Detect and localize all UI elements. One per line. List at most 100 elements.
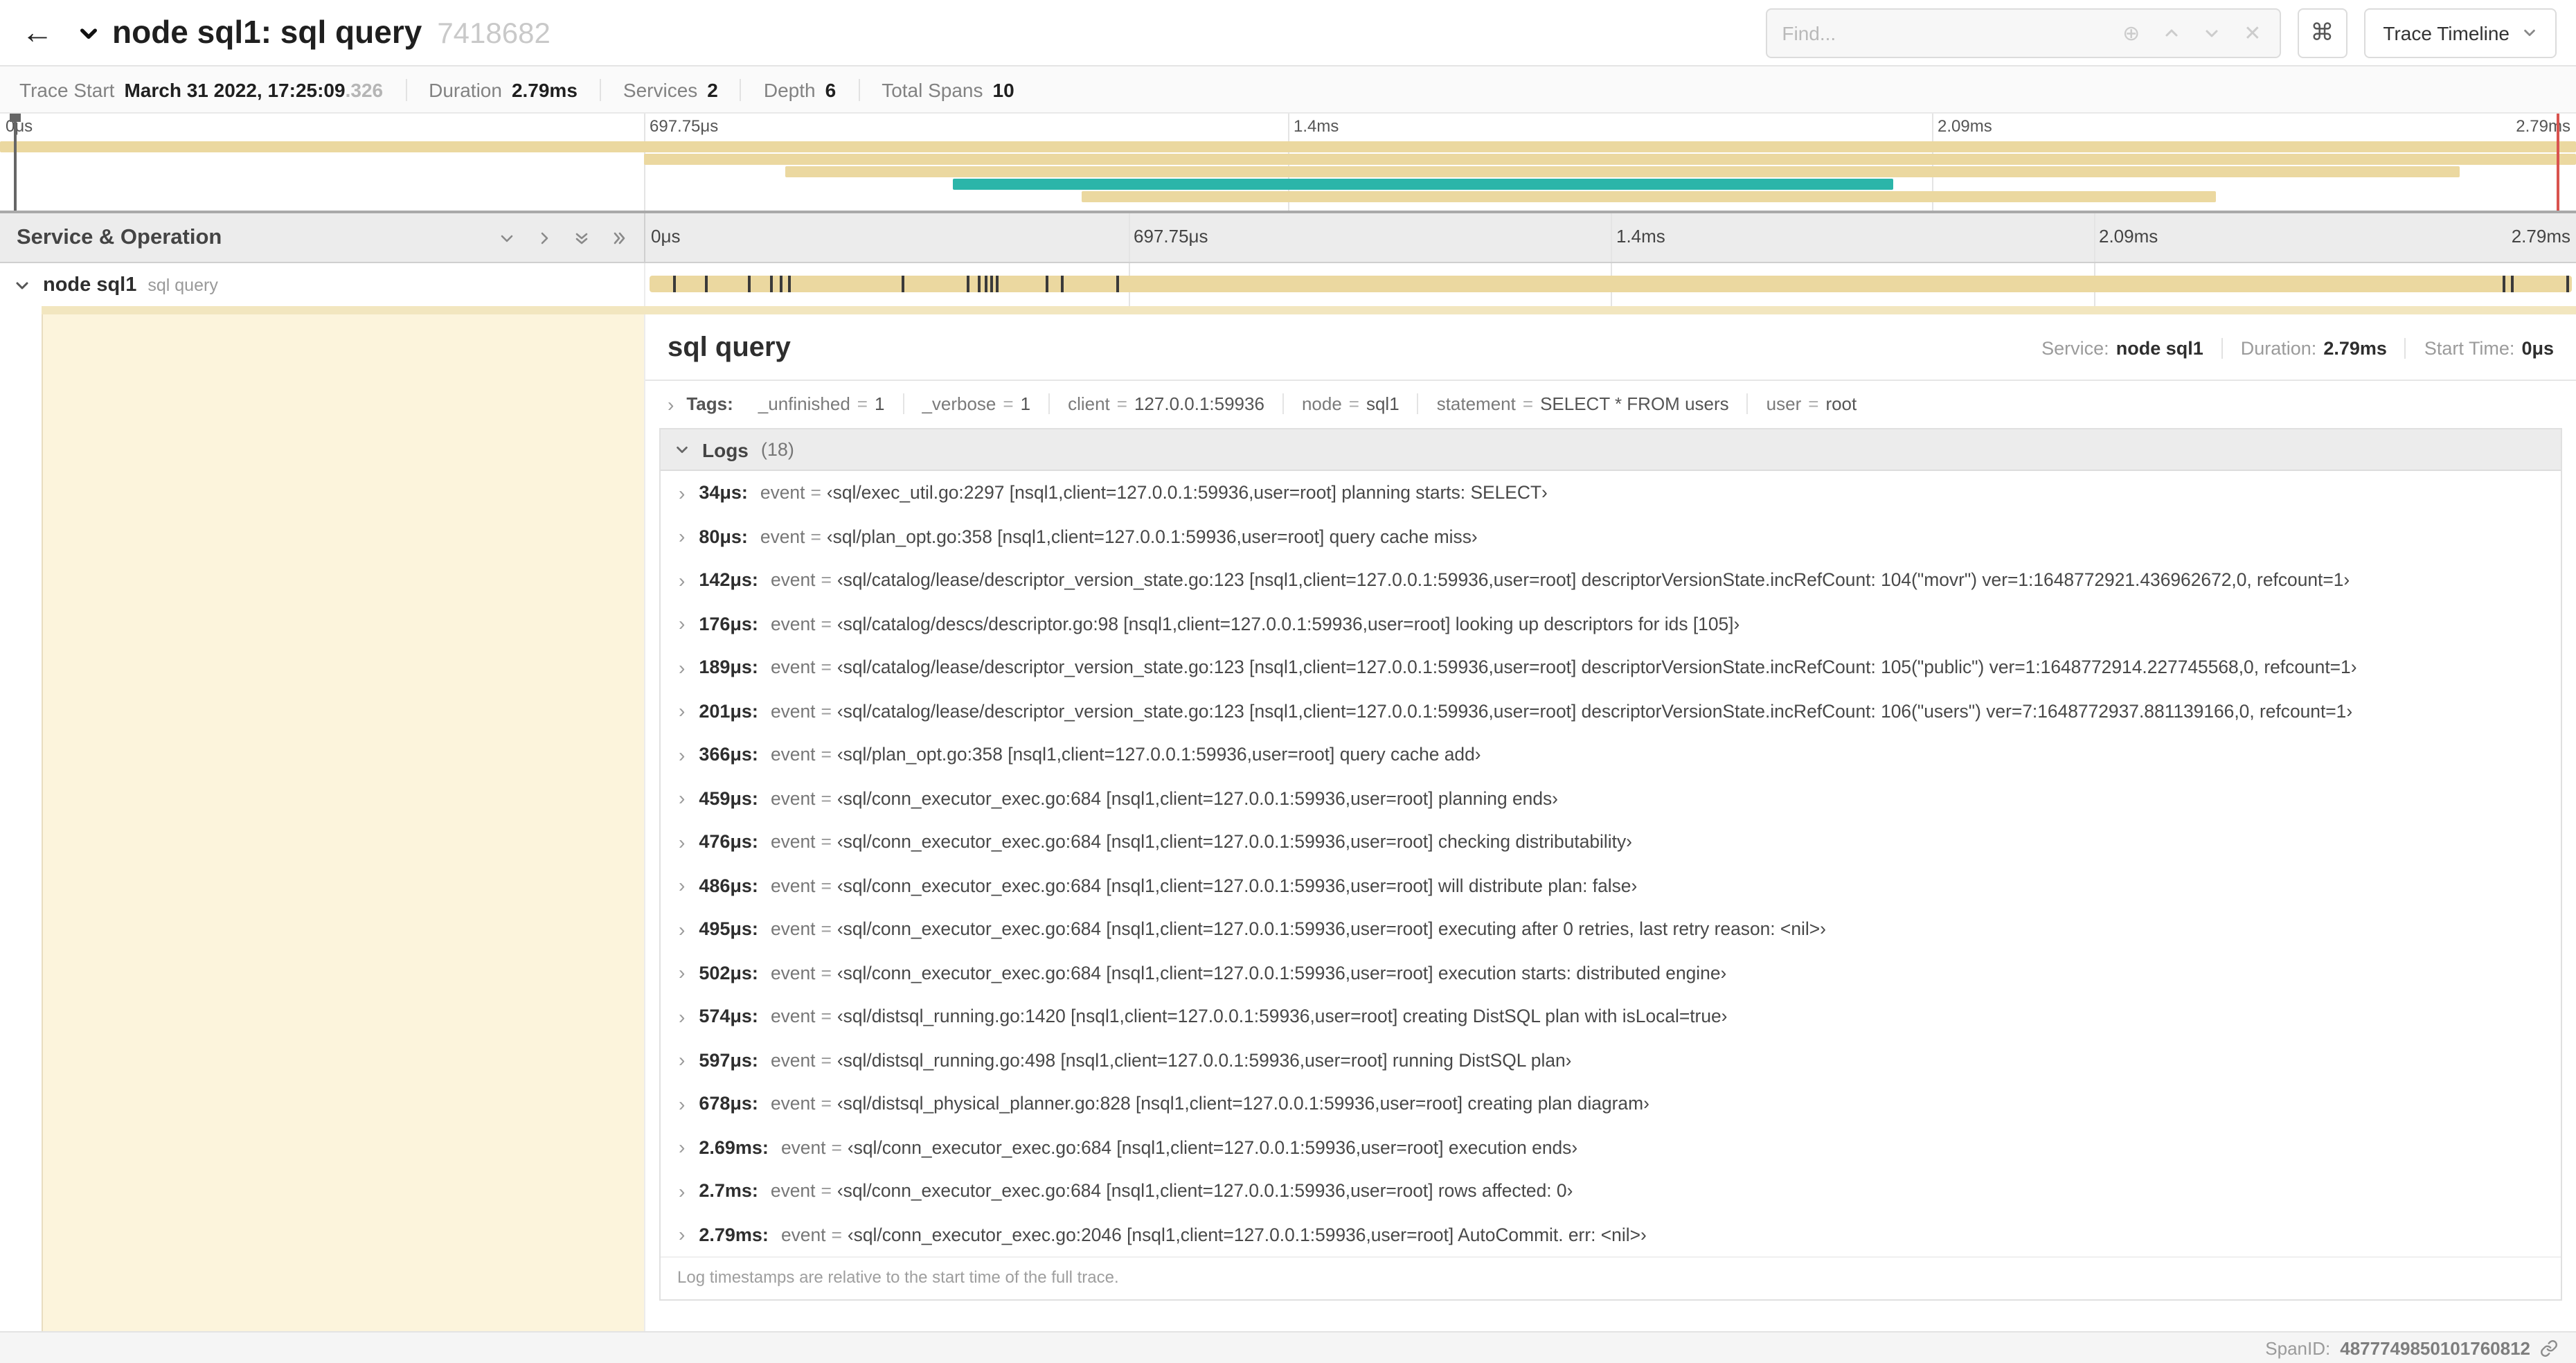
log-equals: =: [821, 744, 832, 765]
minimap-ruler: 0μs 697.75μs 1.4ms 2.09ms 2.79ms: [0, 114, 2576, 137]
span-row-name-column[interactable]: node sql1 sql query: [0, 263, 645, 306]
log-equals: =: [821, 613, 832, 634]
expand-log-icon[interactable]: ›: [679, 876, 685, 896]
log-message: ‹sql/conn_executor_exec.go:684 [nsql1,cl…: [847, 1137, 1578, 1158]
expand-log-icon[interactable]: ›: [679, 963, 685, 983]
back-button[interactable]: ←: [11, 6, 64, 59]
tags-row[interactable]: › Tags: _unfinished = 1 _verbose = 1 client = 12…: [645, 381, 2576, 425]
log-message: ‹sql/distsql_physical_planner.go:828 [ns…: [837, 1093, 1649, 1114]
log-equals: =: [831, 1137, 842, 1158]
log-row[interactable]: › 678μs: event = ‹sql/distsql_physical_plann…: [661, 1082, 2561, 1125]
log-row[interactable]: › 502μs: event = ‹sql/conn_executor_exec.go:…: [661, 951, 2561, 995]
expand-log-icon[interactable]: ›: [679, 571, 685, 590]
expand-log-icon[interactable]: ›: [679, 1051, 685, 1070]
expand-log-icon[interactable]: ›: [679, 1182, 685, 1201]
next-match-icon[interactable]: [2203, 24, 2220, 41]
link-icon[interactable]: [2540, 1339, 2558, 1357]
log-row[interactable]: › 459μs: event = ‹sql/conn_executor_exec.go:…: [661, 776, 2561, 820]
time-tick-label: 697.75μs: [1134, 226, 1208, 247]
span-row[interactable]: node sql1 sql query: [0, 263, 2576, 306]
log-timestamp: 459μs:: [699, 787, 758, 809]
log-row[interactable]: › 189μs: event = ‹sql/catalog/lease/descript…: [661, 645, 2561, 689]
tag-equals: =: [857, 393, 868, 414]
log-row[interactable]: › 34μs: event = ‹sql/exec_util.go:2297 [nsql…: [661, 471, 2561, 515]
log-timestamp: 176μs:: [699, 613, 758, 634]
expand-log-icon[interactable]: ›: [679, 483, 685, 503]
keyboard-shortcuts-button[interactable]: ⌘: [2297, 8, 2347, 57]
prev-match-icon[interactable]: [2163, 24, 2180, 41]
trace-view-app: ← node sql1: sql query 7418682 ⊕ ✕ ⌘: [0, 0, 2576, 1363]
collapse-all-icon[interactable]: [573, 229, 590, 246]
tag-item: client = 127.0.0.1:59936: [1048, 393, 1282, 414]
expand-all-icon[interactable]: [611, 229, 627, 246]
grid-line: [644, 114, 645, 137]
minimap-right-scrubber[interactable]: [2557, 114, 2559, 211]
expand-log-icon[interactable]: ›: [679, 614, 685, 634]
log-equals: =: [821, 875, 832, 896]
clear-search-icon[interactable]: ✕: [2244, 20, 2261, 45]
tag-equals: =: [1003, 393, 1014, 414]
meta-start-time: Start Time: 0μs: [2404, 338, 2554, 359]
log-equals: =: [821, 1006, 832, 1027]
expand-log-icon[interactable]: ›: [679, 1007, 685, 1026]
trace-collapse-chevron-icon[interactable]: [78, 21, 100, 44]
trace-timeline-dropdown[interactable]: Trace Timeline: [2363, 8, 2557, 57]
expand-log-icon[interactable]: ›: [679, 789, 685, 808]
grid-line: [1128, 213, 1129, 262]
log-equals: =: [821, 787, 832, 809]
expand-one-icon[interactable]: [536, 229, 553, 246]
expand-log-icon[interactable]: ›: [679, 832, 685, 852]
log-row[interactable]: › 176μs: event = ‹sql/catalog/descs/descript…: [661, 602, 2561, 645]
tag-item: statement = SELECT * FROM users: [1417, 393, 1747, 414]
expand-log-icon[interactable]: ›: [679, 920, 685, 939]
log-row[interactable]: › 2.7ms: event = ‹sql/conn_executor_exec.go:…: [661, 1169, 2561, 1213]
span-bar[interactable]: [650, 276, 2572, 292]
logs-header[interactable]: Logs (18): [661, 429, 2561, 471]
log-row[interactable]: › 366μs: event = ‹sql/plan_opt.go:358 [nsql1…: [661, 733, 2561, 776]
log-row[interactable]: › 201μs: event = ‹sql/catalog/lease/descript…: [661, 689, 2561, 733]
expand-log-icon[interactable]: ›: [679, 1138, 685, 1157]
tree-controls: [499, 229, 627, 246]
log-tick: [2566, 276, 2569, 292]
log-row[interactable]: › 2.69ms: event = ‹sql/conn_executor_exec.go…: [661, 1125, 2561, 1169]
log-field-key: event: [780, 1137, 826, 1158]
log-field-key: event: [770, 1180, 816, 1202]
expand-tags-icon[interactable]: ›: [668, 394, 674, 413]
time-tick-label: 2.79ms: [2511, 226, 2570, 247]
log-row[interactable]: › 495μs: event = ‹sql/conn_executor_exec.go:…: [661, 907, 2561, 951]
trace-minimap[interactable]: 0μs 697.75μs 1.4ms 2.09ms 2.79ms: [0, 114, 2576, 213]
log-tick: [2510, 276, 2514, 292]
time-tick-label: 2.09ms: [1938, 116, 1992, 136]
find-input[interactable]: [1766, 9, 2105, 56]
expand-log-icon[interactable]: ›: [679, 702, 685, 721]
expand-log-icon[interactable]: ›: [679, 658, 685, 677]
summary-label: Services: [623, 78, 698, 100]
span-row-timeline[interactable]: [645, 263, 2576, 306]
log-field-key: event: [760, 526, 805, 547]
log-timestamp: 2.7ms:: [699, 1180, 758, 1202]
spanid-value: 4877749850101760812: [2340, 1337, 2530, 1358]
summary-value: 6: [825, 78, 837, 100]
log-row[interactable]: › 486μs: event = ‹sql/conn_executor_exec.go:…: [661, 864, 2561, 907]
minimap-canvas[interactable]: [0, 137, 2576, 211]
duration-value: 2.79ms: [2323, 338, 2387, 359]
minimap-left-scrubber[interactable]: [10, 114, 21, 211]
summary-item: Trace Start March 31 2022, 17:25:09.326: [19, 78, 405, 100]
log-timestamp: 80μs:: [699, 526, 748, 547]
collapse-one-icon[interactable]: [499, 229, 515, 246]
log-equals: =: [821, 1180, 832, 1202]
focus-match-icon[interactable]: ⊕: [2122, 20, 2140, 45]
log-row[interactable]: › 142μs: event = ‹sql/catalog/lease/descript…: [661, 558, 2561, 602]
log-message: ‹sql/catalog/lease/descriptor_version_st…: [837, 569, 2350, 591]
log-row[interactable]: › 476μs: event = ‹sql/conn_executor_exec.go:…: [661, 820, 2561, 864]
tag-equals: =: [1522, 393, 1534, 414]
expand-log-icon[interactable]: ›: [679, 1094, 685, 1114]
log-row[interactable]: › 2.79ms: event = ‹sql/conn_executor_exec.go…: [661, 1213, 2561, 1256]
log-row[interactable]: › 574μs: event = ‹sql/distsql_running.go:142…: [661, 995, 2561, 1038]
log-row[interactable]: › 80μs: event = ‹sql/plan_opt.go:358 [nsql1,…: [661, 515, 2561, 558]
expand-log-icon[interactable]: ›: [679, 527, 685, 546]
expand-log-icon[interactable]: ›: [679, 745, 685, 765]
collapse-span-chevron-icon[interactable]: [14, 276, 30, 293]
log-row[interactable]: › 597μs: event = ‹sql/distsql_running.go:498…: [661, 1038, 2561, 1082]
expand-log-icon[interactable]: ›: [679, 1225, 685, 1245]
